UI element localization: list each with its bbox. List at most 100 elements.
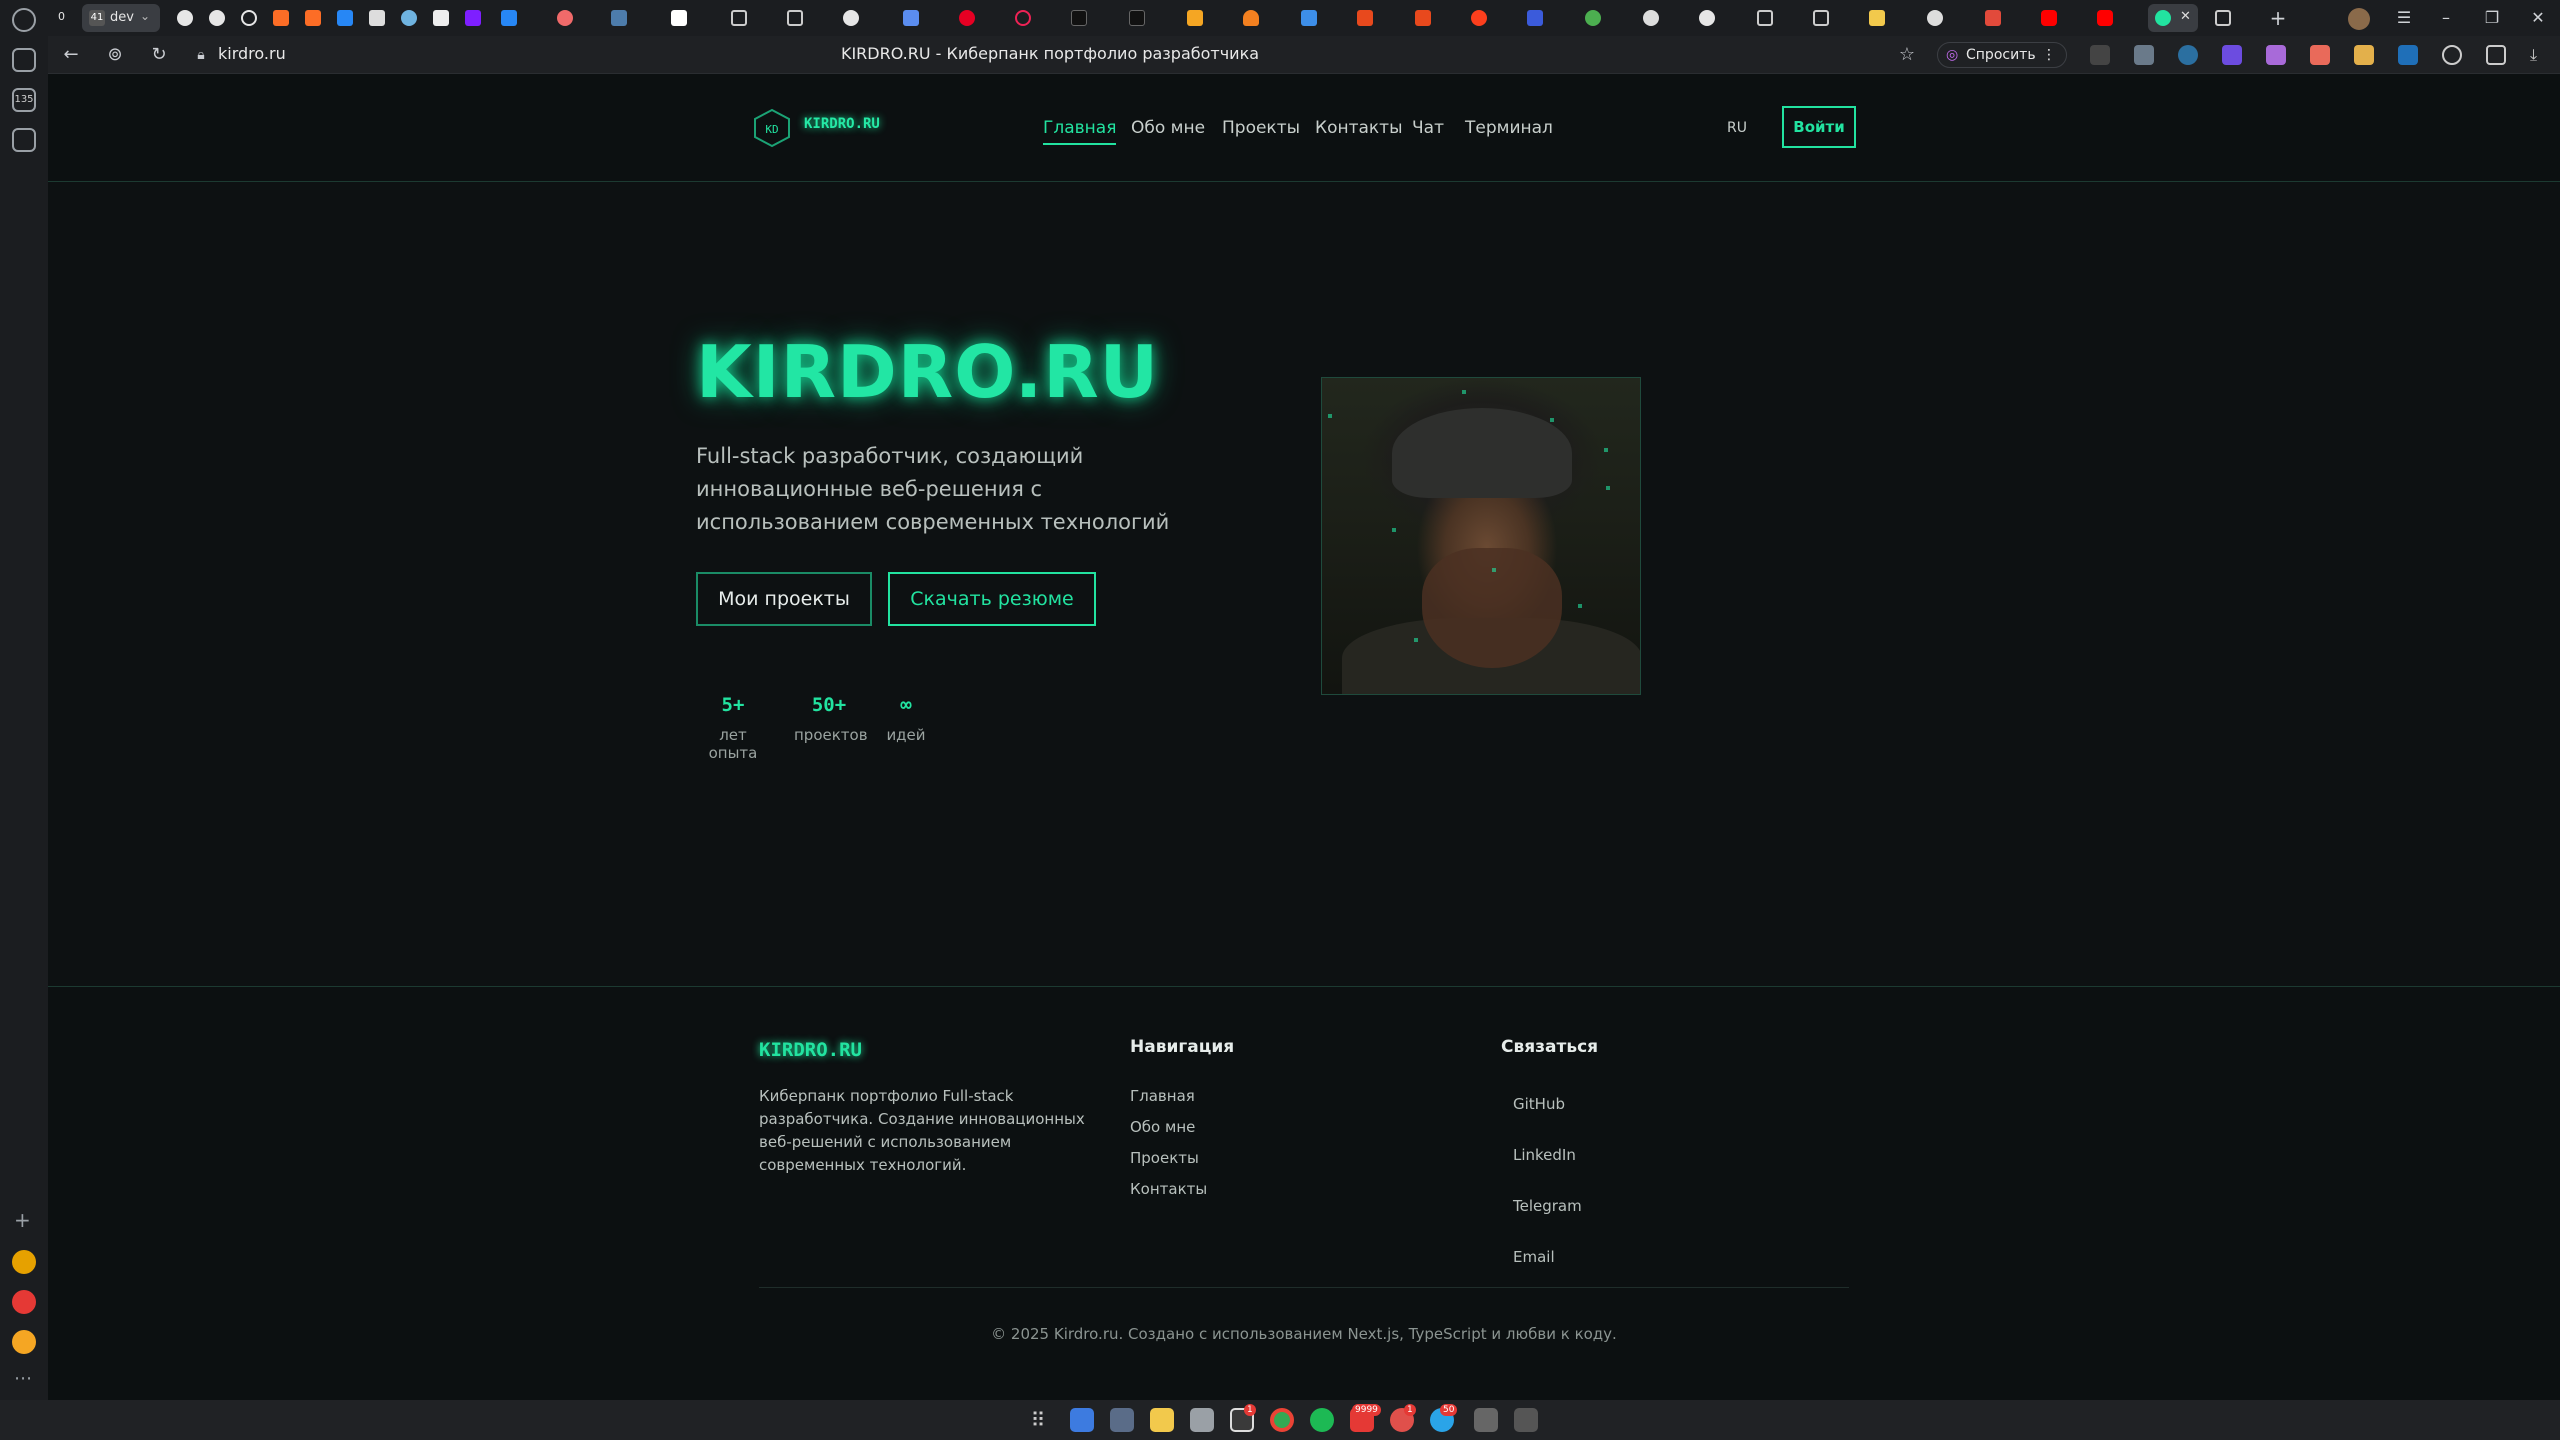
tab-doc-3[interactable] [2208,4,2238,32]
tab-vk-2[interactable] [494,4,524,32]
nav-projects[interactable]: Проекты [1222,118,1300,138]
menu-icon[interactable]: ☰ [2394,8,2414,28]
download-resume-button[interactable]: Скачать резюме [888,572,1096,626]
tab-asana[interactable] [550,4,580,32]
extensions-icon[interactable] [2486,45,2506,65]
tab-cloud[interactable] [1236,4,1266,32]
tab-a[interactable] [426,4,456,32]
extension-icon[interactable] [2354,45,2374,65]
tab-l[interactable] [1008,4,1038,32]
bookmark-icon[interactable]: ☆ [1896,44,1918,66]
back-icon[interactable]: ← [60,44,82,66]
tab-blue[interactable] [394,4,424,32]
tab-ehh[interactable] [1064,4,1094,32]
tab-s-2[interactable] [1408,4,1438,32]
more-icon[interactable]: ⋯ [14,1368,32,1389]
chrome-icon[interactable] [1270,1408,1294,1432]
restore-icon[interactable]: ❐ [2482,8,2502,28]
nav-terminal[interactable]: Терминал [1465,118,1553,138]
tab-habr[interactable] [604,4,634,32]
close-tab-icon[interactable]: ✕ [2180,9,2191,24]
tab-github-2[interactable] [202,4,232,32]
footer-link-linkedin[interactable]: LinkedIn [1513,1146,1576,1164]
tab-p[interactable] [896,4,926,32]
nav-about[interactable]: Обо мне [1131,118,1205,138]
feather-icon[interactable] [2266,45,2286,65]
tab-doc-2[interactable] [780,4,810,32]
tab-b[interactable] [1578,4,1608,32]
footer-logo[interactable]: KIRDRO.RU [759,1039,862,1061]
tab-counter[interactable]: 0 [52,4,78,32]
footer-link-projects[interactable]: Проекты [1130,1149,1199,1167]
tab-refresh[interactable] [234,4,264,32]
tab-github-3[interactable] [836,4,866,32]
disk-icon[interactable] [1474,1408,1498,1432]
my-projects-button[interactable]: Мои проекты [696,572,872,626]
footer-link-github[interactable]: GitHub [1513,1095,1565,1113]
tab-mail[interactable] [1180,4,1210,32]
tab-youtube-2[interactable] [2090,4,2120,32]
trash-icon[interactable] [1514,1408,1538,1432]
extension-icon[interactable] [2090,45,2110,65]
apps-grid-icon[interactable]: ⠿ [1026,1408,1050,1432]
screenshot-icon[interactable] [12,128,36,152]
address-bar[interactable]: kirdro.ru [218,44,286,63]
nav-chat[interactable]: Чат [1412,118,1444,138]
tab-dev[interactable]: 41 dev ⌄ [82,4,160,32]
footer-link-contacts[interactable]: Контакты [1130,1180,1207,1198]
shield-icon[interactable]: ⊚ [104,44,126,66]
extension-icon[interactable] [2398,45,2418,65]
app-icon[interactable] [12,1290,36,1314]
window-close-icon[interactable]: ✕ [2528,8,2548,28]
ask-button[interactable]: ◎ Спросить ⋮ [1937,42,2067,68]
logo-text[interactable]: KIRDRO.RU [804,116,880,132]
language-switch[interactable]: RU [1727,120,1747,136]
tabs-icon[interactable] [12,48,36,72]
tab-youtube[interactable] [2034,4,2064,32]
files-icon[interactable] [1070,1408,1094,1432]
tab-gitlab[interactable] [266,4,296,32]
tab-yandex[interactable] [1464,4,1494,32]
tab-github-4[interactable] [1692,4,1722,32]
new-tab-icon[interactable]: + [2268,8,2288,28]
tab-kk[interactable] [1978,4,2008,32]
react-icon[interactable] [2178,45,2198,65]
tab-k2[interactable] [1520,4,1550,32]
tab-gitlab-2[interactable] [298,4,328,32]
reload-icon[interactable]: ↻ [148,44,170,66]
nav-contacts[interactable]: Контакты [1315,118,1403,138]
logo-hexagon-icon[interactable]: KD [753,108,791,148]
media-icon[interactable] [2442,45,2462,65]
tab-kirdro[interactable]: ✕ [2148,4,2198,32]
nav-home[interactable]: Главная [1043,118,1117,145]
tab-github[interactable] [170,4,200,32]
tab-ehh-2[interactable] [1122,4,1152,32]
extension-icon[interactable] [2310,45,2330,65]
tab-folder[interactable] [1862,4,1892,32]
tab-linear[interactable] [664,4,694,32]
tab-sl[interactable] [1920,4,1950,32]
history-icon[interactable] [12,8,36,32]
tab-yahoo[interactable] [458,4,488,32]
footer-link-email[interactable]: Email [1513,1248,1555,1266]
footer-link-telegram[interactable]: Telegram [1513,1197,1582,1215]
tab-doc[interactable] [724,4,754,32]
tab-pinterest[interactable] [952,4,982,32]
tab-k[interactable] [362,4,392,32]
minimize-icon[interactable]: – [2436,8,2456,28]
footer-link-about[interactable]: Обо мне [1130,1118,1195,1136]
tab-g[interactable] [1636,4,1666,32]
extension-icon[interactable] [2222,45,2242,65]
app-icon[interactable] [12,1250,36,1274]
app-icon[interactable] [12,1330,36,1354]
download-icon[interactable]: ⤓ [2530,45,2550,65]
tab-f[interactable] [1750,4,1780,32]
tab-w[interactable] [1806,4,1836,32]
notes-icon[interactable] [1150,1408,1174,1432]
extension-icon[interactable] [2134,45,2154,65]
tab-vk[interactable] [330,4,360,32]
calculator-icon[interactable] [1190,1408,1214,1432]
footer-link-home[interactable]: Главная [1130,1087,1195,1105]
tab-news[interactable] [1294,4,1324,32]
login-button[interactable]: Войти [1782,106,1856,148]
